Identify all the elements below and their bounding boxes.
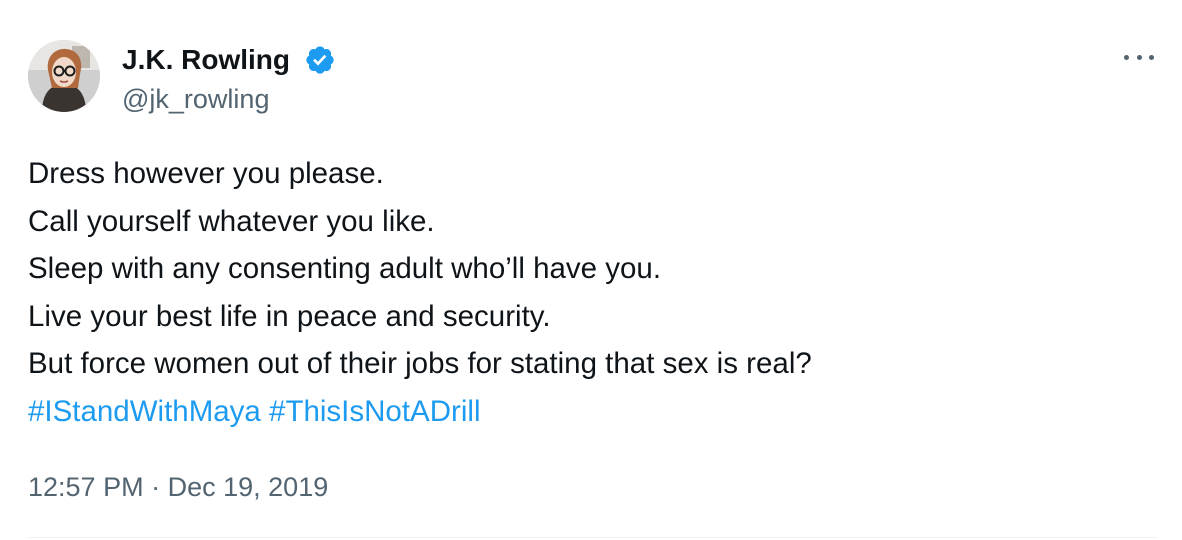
divider: [28, 537, 1158, 538]
tweet-line: Sleep with any consenting adult who’ll h…: [28, 252, 662, 286]
tweet-line: Live your best life in peace and securit…: [28, 299, 551, 333]
tweet-card: J.K. Rowling @jk_rowling Dress however y…: [0, 0, 1182, 540]
avatar[interactable]: [28, 40, 100, 112]
tweet-text: Dress however you please. Call yourself …: [28, 150, 1158, 436]
more-options-icon[interactable]: [1118, 42, 1160, 72]
hashtag-link[interactable]: #ThisIsNotADrill: [269, 395, 480, 428]
timestamp-separator: ·: [151, 472, 161, 502]
hashtag-row: #IStandWithMaya #ThisIsNotADrill: [28, 388, 1158, 436]
tweet-line: But force women out of their jobs for st…: [28, 347, 812, 381]
tweet-line: Call yourself whatever you like.: [28, 204, 435, 238]
avatar-image: [28, 40, 100, 112]
verified-badge-icon[interactable]: [304, 44, 336, 76]
more-dot: [1136, 54, 1142, 60]
tweet-timestamp: 12:57 PM · Dec 19, 2019: [28, 470, 328, 504]
more-dot: [1124, 54, 1129, 60]
more-dot: [1149, 54, 1154, 60]
tweet-line: Dress however you please.: [28, 157, 384, 190]
hashtag-link[interactable]: #IStandWithMaya: [28, 395, 261, 428]
author-name[interactable]: J.K. Rowling: [122, 43, 290, 77]
tweet-date[interactable]: Dec 19, 2019: [168, 472, 329, 502]
tweet-time[interactable]: 12:57 PM: [28, 472, 144, 502]
author-handle[interactable]: @jk_rowling: [122, 83, 269, 115]
